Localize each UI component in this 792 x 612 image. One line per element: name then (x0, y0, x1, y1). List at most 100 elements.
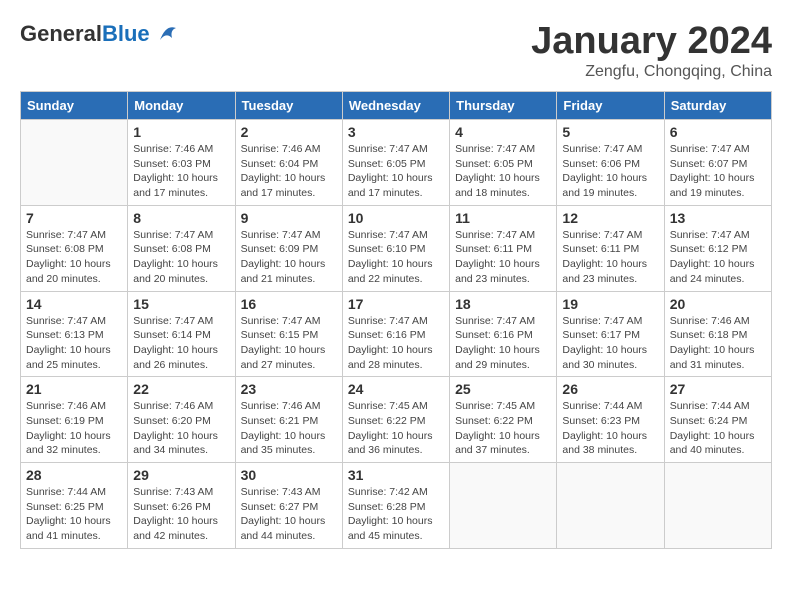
calendar-cell (450, 463, 557, 549)
calendar-cell: 2 Sunrise: 7:46 AMSunset: 6:04 PMDaylight… (235, 120, 342, 206)
day-number: 28 (26, 467, 122, 483)
location-subtitle: Zengfu, Chongqing, China (531, 63, 772, 81)
calendar-cell: 29 Sunrise: 7:43 AMSunset: 6:26 PMDayligh… (128, 463, 235, 549)
day-number: 13 (670, 210, 766, 226)
calendar-cell: 11Sunrise: 7:47 AMSunset: 6:11 PMDayligh… (450, 205, 557, 291)
calendar-cell: 21 Sunrise: 7:46 AMSunset: 6:19 PMDayligh… (21, 377, 128, 463)
day-number: 4 (455, 124, 551, 140)
calendar-cell: 6 Sunrise: 7:47 AMSunset: 6:07 PMDaylight… (664, 120, 771, 206)
calendar-cell: 3 Sunrise: 7:47 AMSunset: 6:05 PMDaylight… (342, 120, 449, 206)
weekday-header-sunday: Sunday (21, 92, 128, 120)
weekday-header-tuesday: Tuesday (235, 92, 342, 120)
day-number: 6 (670, 124, 766, 140)
calendar-cell: 4 Sunrise: 7:47 AMSunset: 6:05 PMDaylight… (450, 120, 557, 206)
day-detail: Sunrise: 7:47 AMSunset: 6:14 PMDaylight:… (133, 314, 229, 373)
day-detail: Sunrise: 7:47 AMSunset: 6:11 PMDaylight:… (562, 228, 658, 287)
day-number: 30 (241, 467, 337, 483)
day-detail: Sunrise: 7:43 AMSunset: 6:27 PMDaylight:… (241, 485, 337, 544)
calendar-cell (557, 463, 664, 549)
day-detail: Sunrise: 7:47 AMSunset: 6:16 PMDaylight:… (455, 314, 551, 373)
day-detail: Sunrise: 7:47 AMSunset: 6:05 PMDaylight:… (348, 142, 444, 201)
day-number: 17 (348, 296, 444, 312)
calendar-table: SundayMondayTuesdayWednesdayThursdayFrid… (20, 91, 772, 549)
calendar-cell: 25 Sunrise: 7:45 AMSunset: 6:22 PMDayligh… (450, 377, 557, 463)
calendar-cell: 30 Sunrise: 7:43 AMSunset: 6:27 PMDayligh… (235, 463, 342, 549)
day-detail: Sunrise: 7:46 AMSunset: 6:03 PMDaylight:… (133, 142, 229, 201)
day-number: 12 (562, 210, 658, 226)
day-number: 2 (241, 124, 337, 140)
calendar-cell: 24Sunrise: 7:45 AMSunset: 6:22 PMDayligh… (342, 377, 449, 463)
day-detail: Sunrise: 7:47 AMSunset: 6:08 PMDaylight:… (26, 228, 122, 287)
day-number: 25 (455, 381, 551, 397)
calendar-cell: 22 Sunrise: 7:46 AMSunset: 6:20 PMDayligh… (128, 377, 235, 463)
calendar-cell: 10 Sunrise: 7:47 AMSunset: 6:10 PMDayligh… (342, 205, 449, 291)
calendar-cell: 12 Sunrise: 7:47 AMSunset: 6:11 PMDayligh… (557, 205, 664, 291)
day-number: 19 (562, 296, 658, 312)
page-header: GeneralBlue January 2024 Zengfu, Chongqi… (20, 20, 772, 81)
calendar-cell: 23 Sunrise: 7:46 AMSunset: 6:21 PMDayligh… (235, 377, 342, 463)
calendar-week-row: 7Sunrise: 7:47 AMSunset: 6:08 PMDaylight… (21, 205, 772, 291)
calendar-cell: 26 Sunrise: 7:44 AMSunset: 6:23 PMDayligh… (557, 377, 664, 463)
day-number: 9 (241, 210, 337, 226)
day-number: 11 (455, 210, 551, 226)
day-number: 18 (455, 296, 551, 312)
day-number: 26 (562, 381, 658, 397)
day-detail: Sunrise: 7:46 AMSunset: 6:19 PMDaylight:… (26, 399, 122, 458)
weekday-header-monday: Monday (128, 92, 235, 120)
calendar-cell: 1 Sunrise: 7:46 AMSunset: 6:03 PMDaylight… (128, 120, 235, 206)
day-detail: Sunrise: 7:47 AMSunset: 6:10 PMDaylight:… (348, 228, 444, 287)
day-detail: Sunrise: 7:47 AMSunset: 6:09 PMDaylight:… (241, 228, 337, 287)
day-detail: Sunrise: 7:45 AMSunset: 6:22 PMDaylight:… (348, 399, 444, 458)
day-detail: Sunrise: 7:47 AMSunset: 6:12 PMDaylight:… (670, 228, 766, 287)
day-detail: Sunrise: 7:45 AMSunset: 6:22 PMDaylight:… (455, 399, 551, 458)
day-detail: Sunrise: 7:46 AMSunset: 6:18 PMDaylight:… (670, 314, 766, 373)
calendar-cell: 27Sunrise: 7:44 AMSunset: 6:24 PMDayligh… (664, 377, 771, 463)
weekday-header-wednesday: Wednesday (342, 92, 449, 120)
calendar-cell: 28 Sunrise: 7:44 AMSunset: 6:25 PMDayligh… (21, 463, 128, 549)
day-number: 20 (670, 296, 766, 312)
day-detail: Sunrise: 7:46 AMSunset: 6:20 PMDaylight:… (133, 399, 229, 458)
weekday-header-row: SundayMondayTuesdayWednesdayThursdayFrid… (21, 92, 772, 120)
calendar-cell: 13 Sunrise: 7:47 AMSunset: 6:12 PMDayligh… (664, 205, 771, 291)
day-detail: Sunrise: 7:47 AMSunset: 6:16 PMDaylight:… (348, 314, 444, 373)
day-detail: Sunrise: 7:47 AMSunset: 6:06 PMDaylight:… (562, 142, 658, 201)
calendar-cell: 7Sunrise: 7:47 AMSunset: 6:08 PMDaylight… (21, 205, 128, 291)
day-detail: Sunrise: 7:43 AMSunset: 6:26 PMDaylight:… (133, 485, 229, 544)
day-number: 15 (133, 296, 229, 312)
weekday-header-thursday: Thursday (450, 92, 557, 120)
day-detail: Sunrise: 7:44 AMSunset: 6:25 PMDaylight:… (26, 485, 122, 544)
day-detail: Sunrise: 7:42 AMSunset: 6:28 PMDaylight:… (348, 485, 444, 544)
calendar-week-row: 1 Sunrise: 7:46 AMSunset: 6:03 PMDaylight… (21, 120, 772, 206)
day-number: 21 (26, 381, 122, 397)
calendar-cell (664, 463, 771, 549)
day-detail: Sunrise: 7:47 AMSunset: 6:17 PMDaylight:… (562, 314, 658, 373)
day-detail: Sunrise: 7:46 AMSunset: 6:04 PMDaylight:… (241, 142, 337, 201)
day-number: 5 (562, 124, 658, 140)
day-number: 31 (348, 467, 444, 483)
title-block: January 2024 Zengfu, Chongqing, China (531, 20, 772, 81)
calendar-week-row: 28 Sunrise: 7:44 AMSunset: 6:25 PMDayligh… (21, 463, 772, 549)
day-number: 29 (133, 467, 229, 483)
day-detail: Sunrise: 7:44 AMSunset: 6:23 PMDaylight:… (562, 399, 658, 458)
day-number: 10 (348, 210, 444, 226)
day-number: 8 (133, 210, 229, 226)
logo-blue-text: Blue (102, 21, 150, 46)
day-detail: Sunrise: 7:47 AMSunset: 6:07 PMDaylight:… (670, 142, 766, 201)
day-number: 23 (241, 381, 337, 397)
logo: GeneralBlue (20, 20, 180, 48)
calendar-cell: 20 Sunrise: 7:46 AMSunset: 6:18 PMDayligh… (664, 291, 771, 377)
weekday-header-friday: Friday (557, 92, 664, 120)
day-detail: Sunrise: 7:47 AMSunset: 6:15 PMDaylight:… (241, 314, 337, 373)
calendar-cell: 31 Sunrise: 7:42 AMSunset: 6:28 PMDayligh… (342, 463, 449, 549)
day-detail: Sunrise: 7:47 AMSunset: 6:08 PMDaylight:… (133, 228, 229, 287)
day-number: 3 (348, 124, 444, 140)
month-title: January 2024 (531, 20, 772, 63)
day-detail: Sunrise: 7:47 AMSunset: 6:05 PMDaylight:… (455, 142, 551, 201)
calendar-cell: 9 Sunrise: 7:47 AMSunset: 6:09 PMDaylight… (235, 205, 342, 291)
day-number: 16 (241, 296, 337, 312)
day-detail: Sunrise: 7:46 AMSunset: 6:21 PMDaylight:… (241, 399, 337, 458)
day-detail: Sunrise: 7:47 AMSunset: 6:13 PMDaylight:… (26, 314, 122, 373)
day-number: 1 (133, 124, 229, 140)
day-number: 22 (133, 381, 229, 397)
calendar-cell: 16 Sunrise: 7:47 AMSunset: 6:15 PMDayligh… (235, 291, 342, 377)
